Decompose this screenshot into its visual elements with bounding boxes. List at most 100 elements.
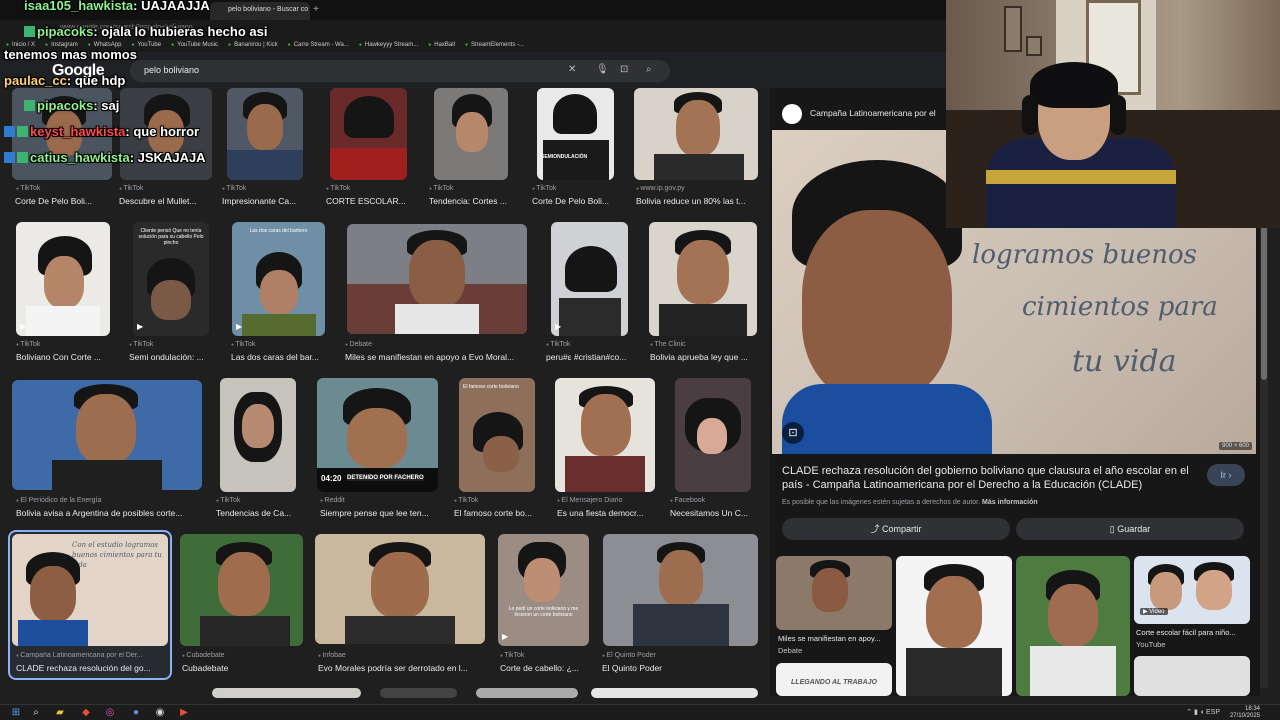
result-thumb[interactable] bbox=[227, 88, 303, 180]
result-thumb[interactable] bbox=[347, 224, 527, 334]
result-title[interactable]: CORTE ESCOLAR... bbox=[326, 196, 426, 206]
result-thumb[interactable] bbox=[675, 378, 751, 492]
result-title[interactable]: Impresionante Ca... bbox=[222, 196, 322, 206]
bookmark-item[interactable]: Inicio / X bbox=[6, 42, 35, 48]
result-title[interactable]: Bolivia avisa a Argentina de posibles co… bbox=[16, 508, 198, 518]
result-thumb[interactable] bbox=[434, 88, 508, 180]
result-thumb[interactable]: 04:20 DETENIDO POR FACHERO bbox=[317, 378, 438, 492]
tab-bar: pelo boliviano - Buscar co + bbox=[0, 0, 946, 20]
result-thumb[interactable]: Le pedí un corte boliviano y me hicieron… bbox=[498, 534, 589, 646]
bookmark-item[interactable]: Carre Stream - Wa... bbox=[288, 42, 349, 48]
search-box[interactable]: pelo boliviano ✕ 🎙 ⊡ ⌕ bbox=[130, 60, 670, 82]
related-thumb[interactable]: LLEGANDO AL TRABAJO bbox=[776, 663, 892, 696]
related-thumb[interactable] bbox=[1134, 656, 1250, 696]
related-caption[interactable]: Miles se manifiestan en apoy... bbox=[778, 634, 880, 643]
obs-icon[interactable]: ◉ bbox=[154, 707, 166, 719]
bookmark-item[interactable]: WhatsApp bbox=[88, 42, 122, 48]
windows-start-icon[interactable]: ⊞ bbox=[10, 707, 22, 719]
related-thumb[interactable] bbox=[776, 556, 892, 630]
microphone-icon[interactable]: 🎙 bbox=[596, 64, 609, 75]
result-title[interactable]: Siempre pense que lee ten... bbox=[320, 508, 440, 518]
result-thumb[interactable]: Con el estudio logramos buenos cimientos… bbox=[12, 534, 168, 646]
result-title[interactable]: CLADE rechaza resolución del go... bbox=[16, 663, 166, 673]
result-thumb[interactable]: El famoso corte boliviano bbox=[459, 378, 535, 492]
bookmark-item[interactable]: YouTube bbox=[131, 42, 162, 48]
lens-icon[interactable]: ⊡ bbox=[620, 64, 628, 75]
save-button[interactable]: ▯ Guardar bbox=[1016, 518, 1244, 540]
thumb-caption: DETENIDO POR FACHERO bbox=[347, 475, 424, 481]
google-logo[interactable]: Google bbox=[52, 62, 105, 80]
clear-icon[interactable]: ✕ bbox=[568, 64, 576, 75]
clock[interactable]: 18:34 27/10/2025 bbox=[1230, 706, 1260, 720]
result-title[interactable]: El Quinto Poder bbox=[602, 663, 752, 673]
youtube-icon[interactable]: ▶ bbox=[178, 707, 190, 719]
related-thumb[interactable] bbox=[896, 556, 1012, 696]
result-title[interactable]: Boliviano Con Corte ... bbox=[16, 352, 116, 362]
tab-active[interactable]: pelo boliviano - Buscar co bbox=[210, 2, 310, 20]
result-thumb[interactable] bbox=[220, 378, 296, 492]
result-title[interactable]: Corte de cabello: ¿... bbox=[500, 663, 590, 673]
visit-button[interactable]: Ir › bbox=[1207, 464, 1245, 486]
result-title[interactable]: Es una fiesta democr... bbox=[557, 508, 655, 518]
language-indicator[interactable]: ESP bbox=[1206, 709, 1220, 716]
bookmark-item[interactable]: Instagram bbox=[45, 42, 78, 48]
result-thumb[interactable] bbox=[12, 380, 202, 490]
result-title[interactable]: Tendencia: Cortes ... bbox=[429, 196, 529, 206]
bookmark-item[interactable]: Hawkeyyy Stream... bbox=[359, 42, 418, 48]
search-icon[interactable]: ⌕ bbox=[30, 707, 42, 719]
brave-icon[interactable]: ◆ bbox=[80, 707, 92, 719]
address-bar[interactable]: www.google.com/search?q=pelo+boliviano bbox=[0, 20, 946, 38]
result-thumb[interactable] bbox=[380, 688, 457, 698]
search-input[interactable]: pelo boliviano bbox=[144, 65, 199, 75]
result-thumb[interactable] bbox=[591, 688, 758, 698]
result-thumb[interactable] bbox=[649, 222, 757, 336]
bookmark-item[interactable]: Bananirou | Kick bbox=[228, 42, 278, 48]
result-thumb[interactable] bbox=[555, 378, 655, 492]
bookmark-item[interactable]: StreamElements -... bbox=[465, 42, 524, 48]
result-thumb[interactable]: ▶ bbox=[551, 222, 628, 336]
result-title[interactable]: El famoso corte bo... bbox=[454, 508, 542, 518]
result-title[interactable]: Semi ondulación: ... bbox=[129, 352, 213, 362]
result-title[interactable]: Bolivia aprueba ley que ... bbox=[650, 352, 758, 362]
bookmark-item[interactable]: HaxBall bbox=[428, 42, 455, 48]
result-thumb[interactable] bbox=[12, 88, 112, 180]
folder-icon[interactable]: ▰ bbox=[54, 707, 66, 719]
result-thumb[interactable] bbox=[120, 88, 212, 180]
app-icon[interactable]: ◎ bbox=[104, 707, 116, 719]
result-thumb[interactable] bbox=[180, 534, 303, 646]
related-thumb[interactable] bbox=[1016, 556, 1130, 696]
result-title[interactable]: Descubre el Mullet... bbox=[119, 196, 219, 206]
lens-search-icon[interactable]: ⊡ bbox=[782, 422, 804, 444]
result-thumb[interactable] bbox=[330, 88, 407, 180]
search-icon[interactable]: ⌕ bbox=[646, 64, 652, 75]
result-thumb[interactable]: Las dos caras del barbero ▶ bbox=[232, 222, 325, 336]
new-tab-button[interactable]: + bbox=[313, 4, 319, 15]
panel-title[interactable]: CLADE rechaza resolución del gobierno bo… bbox=[782, 464, 1202, 492]
result-thumb[interactable] bbox=[212, 688, 361, 698]
discord-icon[interactable]: ● bbox=[130, 707, 142, 719]
result-thumb[interactable] bbox=[603, 534, 758, 646]
bookmark-item[interactable]: YouTube Music bbox=[171, 42, 218, 48]
result-thumb[interactable]: ▶ bbox=[16, 222, 110, 336]
panel-source[interactable]: Campaña Latinoamericana por el bbox=[810, 108, 936, 118]
result-title[interactable]: Tendencias de Ca... bbox=[216, 508, 300, 518]
result-title[interactable]: Bolivia reduce un 80% las t... bbox=[636, 196, 758, 206]
result-thumb[interactable] bbox=[315, 534, 485, 644]
result-title[interactable]: Corte De Pelo Boli... bbox=[532, 196, 630, 206]
result-title[interactable]: peru#ε #cristian#co... bbox=[546, 352, 638, 362]
result-title[interactable]: Necesitamos Un C... bbox=[670, 508, 758, 518]
result-title[interactable]: Cubadebate bbox=[182, 663, 302, 673]
result-thumb[interactable] bbox=[476, 688, 578, 698]
result-title[interactable]: Evo Morales podría ser derrotado en l... bbox=[318, 663, 482, 673]
result-thumb[interactable]: SEMIONDULACIÓN bbox=[537, 88, 614, 180]
related-caption[interactable]: Corte escolar fácil para niño... bbox=[1136, 628, 1248, 637]
result-title[interactable]: Las dos caras del bar... bbox=[231, 352, 331, 362]
result-title[interactable]: Corte De Pelo Boli... bbox=[15, 196, 115, 206]
wall-text: tu vida bbox=[1072, 344, 1177, 379]
result-thumb[interactable]: Cliente pensó Que no tenía solución para… bbox=[133, 222, 209, 336]
result-thumb[interactable] bbox=[634, 88, 758, 180]
related-thumb[interactable]: ▶ Video bbox=[1134, 556, 1250, 624]
more-info-link[interactable]: Más información bbox=[982, 499, 1038, 506]
share-button[interactable]: ⤴ Compartir bbox=[782, 518, 1010, 540]
result-title[interactable]: Miles se manifiestan en apoyo a Evo Mora… bbox=[345, 352, 531, 362]
